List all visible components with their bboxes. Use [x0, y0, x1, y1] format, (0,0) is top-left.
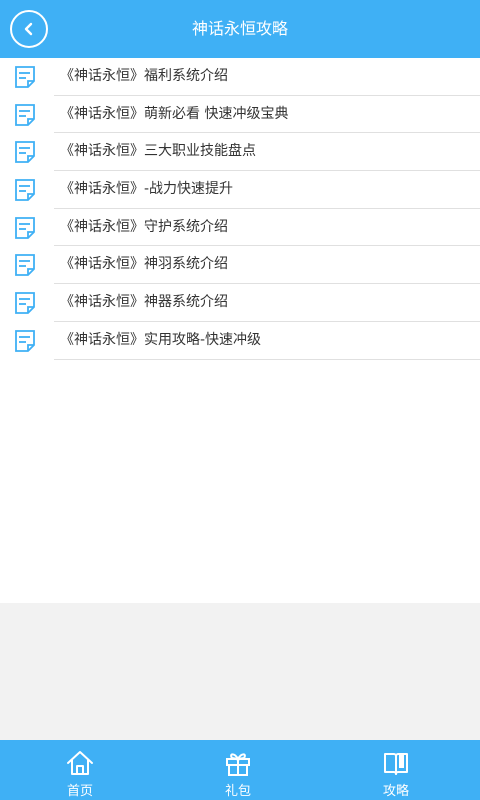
list-item[interactable]: 《神话永恒》三大职业技能盘点: [0, 133, 480, 172]
nav-item-home[interactable]: 首页: [40, 740, 120, 800]
nav-label: 攻略: [382, 784, 409, 799]
list-item[interactable]: 《神话永恒》福利系统介绍: [0, 58, 480, 96]
document-icon: [15, 329, 35, 352]
list-item[interactable]: 《神话永恒》神器系统介绍: [0, 284, 480, 322]
list-item[interactable]: 《神话永恒》守护系统介绍: [0, 209, 480, 247]
document-icon: [15, 254, 35, 277]
list-item-label: 《神话永恒》福利系统介绍: [60, 68, 228, 84]
nav-label: 礼包: [224, 784, 251, 799]
list-item-label: 《神话永恒》神器系统介绍: [60, 294, 228, 311]
list-item[interactable]: 《神话永恒》-战力快速提升: [0, 171, 480, 209]
list-item-label: 《神话永恒》神羽系统介绍: [60, 256, 228, 273]
bottom-nav: 首页 礼包 攻略: [0, 740, 480, 800]
divider: [54, 358, 480, 360]
list-item[interactable]: 《神话永恒》神羽系统介绍: [0, 246, 480, 285]
header-bar: 神话永恒攻略: [0, 0, 480, 58]
document-icon: [15, 179, 35, 201]
list-item-label: 《神话永恒》-战力快速提升: [60, 181, 234, 198]
document-icon: [15, 141, 35, 164]
document-icon: [15, 292, 35, 315]
list-item[interactable]: 《神话永恒》萌新必看 快速冲级宝典: [0, 96, 480, 134]
book-icon: [384, 753, 408, 775]
guide-list: 《神话永恒》福利系统介绍 《神话永恒》萌新必看 快速冲级宝典 《神话永恒》三大职…: [0, 58, 480, 603]
document-icon: [15, 66, 35, 88]
gift-icon: [226, 753, 250, 776]
document-icon: [15, 103, 35, 126]
list-item-label: 《神话永恒》实用攻略-快速冲级: [60, 331, 262, 348]
list-item-label: 《神话永恒》守护系统介绍: [60, 218, 228, 235]
list-item-label: 《神话永恒》三大职业技能盘点: [60, 143, 256, 160]
document-icon: [15, 216, 35, 239]
nav-item-guide[interactable]: 攻略: [356, 740, 436, 800]
page-title: 神话永恒攻略: [191, 19, 288, 38]
nav-item-gift[interactable]: 礼包: [198, 740, 278, 800]
nav-label: 首页: [66, 784, 93, 799]
list-item-label: 《神话永恒》萌新必看 快速冲级宝典: [60, 105, 289, 122]
list-item[interactable]: 《神话永恒》实用攻略-快速冲级: [0, 322, 480, 360]
home-icon: [67, 751, 93, 775]
